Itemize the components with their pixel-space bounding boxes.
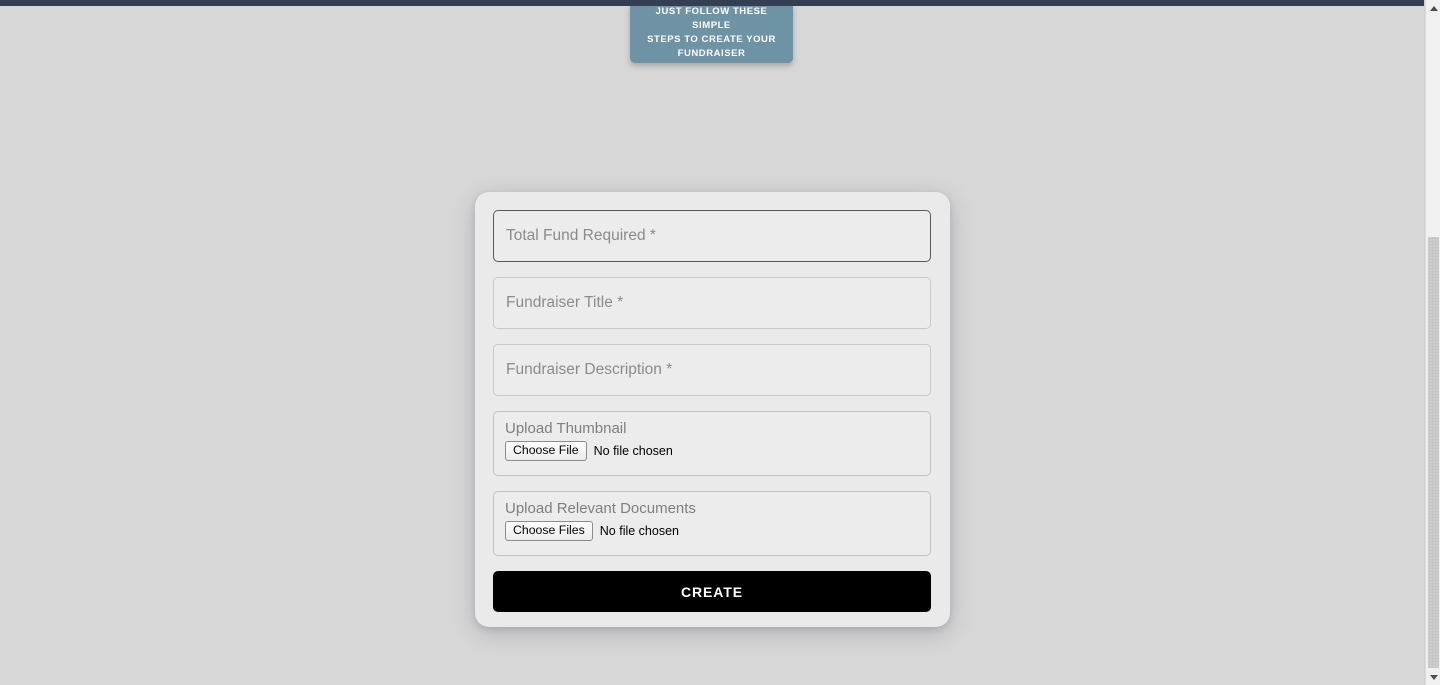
- instructions-callout-text: JUST FOLLOW THESE SIMPLE STEPS TO CREATE…: [647, 5, 776, 59]
- browser-viewport: JUST FOLLOW THESE SIMPLE STEPS TO CREATE…: [0, 0, 1440, 685]
- upload-documents-file-row[interactable]: Choose Files No file chosen: [505, 521, 919, 541]
- instructions-callout: JUST FOLLOW THESE SIMPLE STEPS TO CREATE…: [630, 2, 793, 63]
- triangle-down-icon: [1429, 674, 1438, 680]
- scroll-up-arrow-button[interactable]: [1426, 0, 1440, 16]
- upload-documents-label: Upload Relevant Documents: [505, 500, 696, 517]
- upload-thumbnail-label: Upload Thumbnail: [505, 420, 627, 437]
- fundraiser-description-input[interactable]: [493, 344, 931, 396]
- upload-documents-group: Upload Relevant Documents Choose Files N…: [493, 491, 931, 556]
- fundraiser-title-input[interactable]: [493, 277, 931, 329]
- upload-thumbnail-group: Upload Thumbnail Choose File No file cho…: [493, 411, 931, 476]
- upload-documents-choose-files-button[interactable]: Choose Files: [505, 521, 593, 541]
- create-fundraiser-submit-button[interactable]: CREATE: [493, 571, 931, 612]
- page-scrollbar-thumb[interactable]: [1428, 237, 1439, 668]
- upload-thumbnail-choose-file-button[interactable]: Choose File: [505, 441, 587, 461]
- triangle-up-icon: [1429, 5, 1438, 11]
- upload-thumbnail-file-row[interactable]: Choose File No file chosen: [505, 441, 919, 461]
- upload-documents-status: No file chosen: [599, 524, 679, 538]
- site-navbar[interactable]: [0, 0, 1425, 6]
- upload-thumbnail-status: No file chosen: [593, 444, 673, 458]
- total-fund-required-input[interactable]: [493, 210, 931, 262]
- page-scrollbar[interactable]: [1425, 0, 1440, 685]
- create-fundraiser-form-card: Upload Thumbnail Choose File No file cho…: [475, 192, 950, 627]
- scroll-down-arrow-button[interactable]: [1426, 669, 1440, 685]
